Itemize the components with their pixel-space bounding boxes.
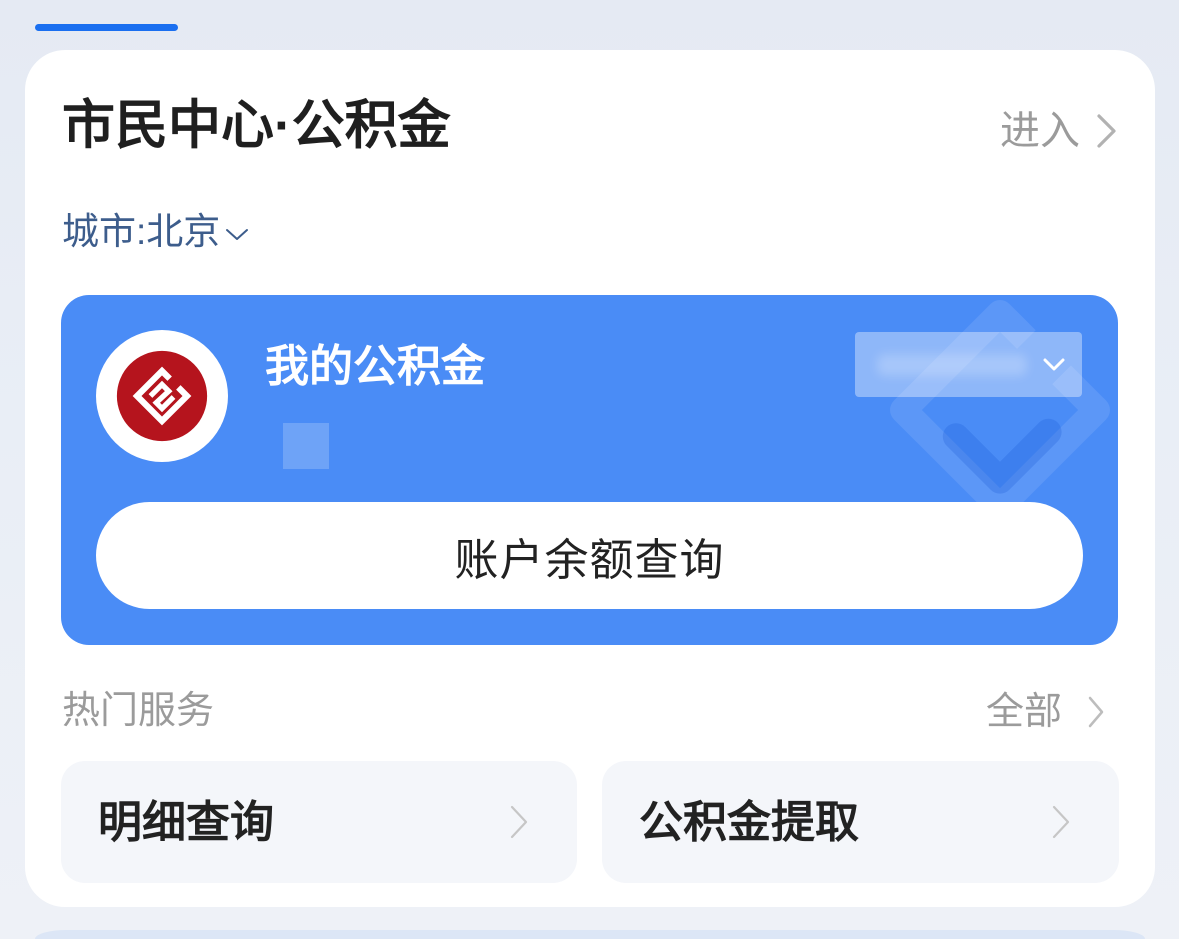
chevron-down-icon xyxy=(1043,358,1065,371)
service-tile-label: 明细查询 xyxy=(98,798,274,847)
chevron-right-icon xyxy=(510,805,528,839)
service-tile-label: 公积金提取 xyxy=(639,798,859,847)
tab-indicator xyxy=(35,24,178,31)
chevron-right-icon xyxy=(1097,114,1116,148)
page-title: 市民中心·公积金 xyxy=(62,96,451,155)
chevron-down-icon xyxy=(226,228,249,240)
service-tile-fund-withdrawal[interactable]: 公积金提取 xyxy=(602,761,1119,883)
fund-card-title: 我的公积金 xyxy=(265,342,485,391)
enter-link[interactable]: 进入 xyxy=(1000,107,1118,155)
redacted-account-name xyxy=(877,354,1027,376)
city-label: 城市:北京 xyxy=(62,211,221,252)
housing-fund-logo-graphic xyxy=(116,350,208,442)
balance-query-button[interactable]: 账户余额查询 xyxy=(96,502,1083,609)
chevron-right-icon xyxy=(1052,805,1070,839)
chevron-right-icon xyxy=(1088,696,1104,728)
enter-label: 进入 xyxy=(1000,109,1080,153)
next-card-edge xyxy=(35,930,1145,939)
view-all-link[interactable]: 全部 xyxy=(986,690,1105,734)
housing-fund-logo-icon xyxy=(96,330,228,462)
redacted-account-info xyxy=(283,423,329,469)
view-all-label: 全部 xyxy=(985,691,1062,733)
city-selector[interactable]: 城市:北京 xyxy=(62,210,249,254)
account-selector[interactable] xyxy=(855,332,1082,397)
service-card: 市民中心·公积金 进入 城市:北京 我的公积金 账户余额查询 热门服务 全部 明… xyxy=(25,50,1155,907)
fund-card: 我的公积金 账户余额查询 xyxy=(61,295,1118,645)
page: 市民中心·公积金 进入 城市:北京 我的公积金 账户余额查询 热门服务 全部 明… xyxy=(0,0,1179,939)
hot-services-title: 热门服务 xyxy=(62,690,215,732)
service-tile-detail-query[interactable]: 明细查询 xyxy=(61,761,577,883)
